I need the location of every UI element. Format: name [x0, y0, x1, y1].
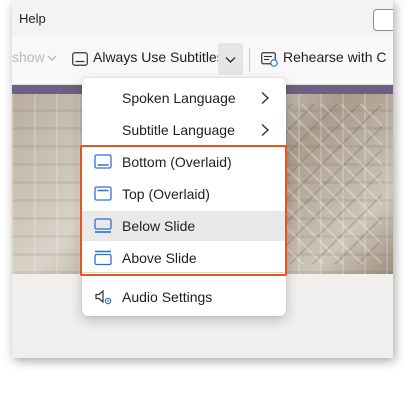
menu-item-label: Below Slide: [122, 218, 196, 234]
menu-item-label: Top (Overlaid): [122, 186, 210, 202]
slideshow-button-partial[interactable]: show: [12, 49, 45, 65]
menu-item-label: Subtitle Language: [122, 122, 235, 138]
subtitle-bottom-overlaid-icon: [94, 154, 112, 169]
always-use-subtitles-button[interactable]: Always Use Subtitles: [68, 43, 242, 75]
menu-item-label: Bottom (Overlaid): [122, 154, 232, 170]
subtitles-icon: [72, 52, 88, 66]
rehearse-label: Rehearse with C: [283, 49, 387, 65]
menu-item-above-slide[interactable]: Above Slide: [82, 243, 286, 273]
rehearse-button[interactable]: Rehearse with C: [258, 43, 393, 75]
menu-item-label: Above Slide: [122, 250, 197, 266]
subtitle-top-overlaid-icon: [94, 186, 112, 201]
subtitle-above-slide-icon: [94, 250, 112, 266]
chevron-right-icon: [261, 91, 270, 105]
menu-item-bottom-overlaid[interactable]: Bottom (Overlaid): [82, 147, 286, 177]
powerpoint-window: Help show Always Use Subtitles Rehearse …: [12, 0, 393, 358]
chevron-right-icon: [261, 123, 270, 137]
menu-item-audio-settings[interactable]: Audio Settings: [82, 282, 286, 312]
subtitles-dropdown-menu: Spoken Language Subtitle Language Bottom…: [82, 78, 286, 316]
menu-item-spoken-language[interactable]: Spoken Language: [82, 83, 286, 113]
menu-item-label: Spoken Language: [122, 90, 236, 106]
subtitles-label: Always Use Subtitles: [93, 49, 224, 65]
help-menu[interactable]: Help: [19, 11, 46, 26]
audio-settings-icon: [95, 289, 112, 305]
menu-bar: Help: [12, 0, 393, 36]
chevron-down-icon: [225, 57, 236, 63]
menu-item-subtitle-language[interactable]: Subtitle Language: [82, 115, 286, 145]
comments-button[interactable]: [373, 9, 393, 31]
menu-item-label: Audio Settings: [122, 289, 213, 305]
menu-divider: [82, 272, 286, 273]
subtitles-dropdown-button[interactable]: [218, 43, 243, 75]
subtitle-below-slide-icon: [94, 218, 112, 233]
menu-item-top-overlaid[interactable]: Top (Overlaid): [82, 179, 286, 209]
ribbon-divider: [249, 48, 250, 72]
chevron-down-icon[interactable]: [47, 54, 57, 62]
menu-item-below-slide[interactable]: Below Slide: [82, 211, 286, 241]
rehearse-icon: [261, 52, 278, 67]
